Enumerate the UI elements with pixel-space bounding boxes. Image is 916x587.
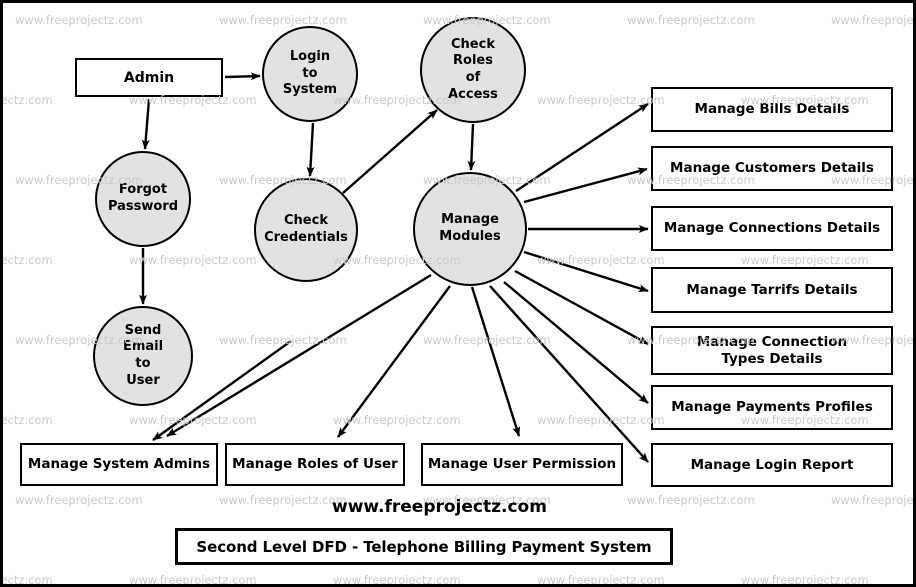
- diagram-title: Second Level DFD - Telephone Billing Pay…: [196, 537, 652, 556]
- watermark-text: www.freeprojectz.com: [537, 413, 665, 427]
- datastore-manage-system-admins[interactable]: Manage System Admins: [20, 443, 218, 486]
- datastore-manage-user-permission-label: Manage User Permission: [427, 456, 617, 473]
- watermark-text: www.freeprojectz.com: [423, 333, 551, 347]
- datastore-manage-login-report-label: Manage Login Report: [690, 456, 854, 473]
- watermark-text: www.freeprojectz.com: [0, 93, 53, 107]
- watermark-text: www.freeprojectz.com: [129, 573, 257, 587]
- flow-arrow-admin-to-login: [224, 72, 261, 81]
- process-login-to-system[interactable]: Login to System: [262, 26, 358, 122]
- datastore-manage-customers-details-label: Manage Customers Details: [670, 160, 874, 177]
- entity-admin-label: Admin: [123, 69, 175, 86]
- process-manage-modules-label: Manage Modules: [439, 212, 501, 244]
- flow-arrow-modules-to-payments: [503, 281, 649, 404]
- flow-arrow-modules-to-tarrifs: [523, 250, 649, 293]
- entity-admin[interactable]: Admin: [75, 58, 223, 97]
- datastore-manage-tarrifs-details[interactable]: Manage Tarrifs Details: [651, 267, 893, 313]
- watermark-text: www.freeprojectz.com: [537, 253, 665, 267]
- datastore-manage-bills-details[interactable]: Manage Bills Details: [651, 87, 893, 132]
- dfd-diagram-canvas: www.freeprojectz.com www.freeprojectz.com…: [0, 0, 916, 587]
- watermark-text: www.freeprojectz.com: [129, 253, 257, 267]
- flow-arrow-modules-to-bills: [515, 102, 649, 193]
- flow-arrow-admin-to-forgot: [141, 98, 151, 150]
- process-check-credentials[interactable]: Check Credentials: [254, 178, 358, 282]
- datastore-manage-login-report[interactable]: Manage Login Report: [651, 443, 893, 487]
- watermark-text: www.freeprojectz.com: [15, 493, 143, 507]
- site-label: www.freeprojectz.com: [332, 497, 547, 517]
- flow-arrow-modules-to-loginreport: [489, 285, 649, 463]
- flow-arrow-modules-to-rolesofuser: [337, 285, 451, 438]
- process-check-roles-of-access[interactable]: Check Roles of Access: [420, 17, 526, 123]
- watermark-text: www.freeprojectz.com: [537, 573, 665, 587]
- flow-arrow-credentials-to-roles: [342, 109, 438, 194]
- watermark-text: www.freeprojectz.com: [129, 413, 257, 427]
- process-manage-modules[interactable]: Manage Modules: [413, 172, 527, 286]
- process-login-to-system-label: Login to System: [282, 49, 338, 98]
- datastore-manage-user-permission[interactable]: Manage User Permission: [421, 443, 623, 486]
- process-forgot-password-label: Forgot Password: [107, 182, 179, 214]
- flow-arrow-login-to-credentials: [306, 122, 315, 177]
- watermark-text: www.freeprojectz.com: [333, 573, 461, 587]
- datastore-manage-system-admins-label: Manage System Admins: [27, 456, 211, 473]
- watermark-text: www.freeprojectz.com: [15, 13, 143, 27]
- datastore-manage-payments-profiles[interactable]: Manage Payments Profiles: [651, 385, 893, 430]
- process-check-credentials-label: Check Credentials: [264, 213, 348, 245]
- watermark-text: www.freeprojectz.com: [741, 253, 869, 267]
- watermark-text: www.freeprojectz.com: [0, 413, 53, 427]
- watermark-text: www.freeprojectz.com: [219, 333, 347, 347]
- watermark-text: www.freeprojectz.com: [627, 493, 755, 507]
- datastore-manage-connection-types-details[interactable]: Manage Connection Types Details: [651, 326, 893, 375]
- flow-arrow-modules-to-userpermission: [470, 286, 521, 437]
- process-check-roles-of-access-label: Check Roles of Access: [448, 36, 498, 102]
- watermark-text: www.freeprojectz.com: [0, 573, 53, 587]
- datastore-manage-bills-details-label: Manage Bills Details: [694, 101, 850, 118]
- datastore-manage-roles-of-user[interactable]: Manage Roles of User: [225, 443, 405, 486]
- process-forgot-password[interactable]: Forgot Password: [95, 151, 191, 247]
- datastore-manage-payments-profiles-label: Manage Payments Profiles: [671, 399, 873, 416]
- watermark-text: www.freeprojectz.com: [219, 13, 347, 27]
- datastore-manage-customers-details[interactable]: Manage Customers Details: [651, 146, 893, 191]
- watermark-text: www.freeprojectz.com: [537, 93, 665, 107]
- diagram-title-box: Second Level DFD - Telephone Billing Pay…: [175, 528, 673, 565]
- datastore-manage-tarrifs-details-label: Manage Tarrifs Details: [686, 281, 858, 298]
- watermark-text: www.freeprojectz.com: [0, 253, 53, 267]
- process-send-email-to-user[interactable]: Send Email to User: [93, 306, 193, 406]
- watermark-text: www.freeprojectz.com: [741, 573, 869, 587]
- datastore-manage-connections-details[interactable]: Manage Connections Details: [651, 206, 893, 251]
- flow-arrow-modules-to-customers: [523, 167, 648, 204]
- watermark-text: www.freeprojectz.com: [627, 13, 755, 27]
- flow-arrow-roles-to-modules: [467, 123, 476, 171]
- watermark-text: www.freeprojectz.com: [831, 13, 914, 27]
- watermark-text: www.freeprojectz.com: [831, 493, 914, 507]
- watermark-text: www.freeprojectz.com: [219, 493, 347, 507]
- datastore-manage-connection-types-details-label: Manage Connection Types Details: [696, 333, 848, 367]
- watermark-text: www.freeprojectz.com: [333, 413, 461, 427]
- process-send-email-to-user-label: Send Email to User: [122, 322, 164, 388]
- datastore-manage-roles-of-user-label: Manage Roles of User: [232, 456, 398, 473]
- datastore-manage-connections-details-label: Manage Connections Details: [663, 220, 881, 237]
- flow-arrow-modules-to-sysadmins-alt: [166, 273, 432, 438]
- flow-arrow-modules-to-conntypes: [514, 269, 649, 346]
